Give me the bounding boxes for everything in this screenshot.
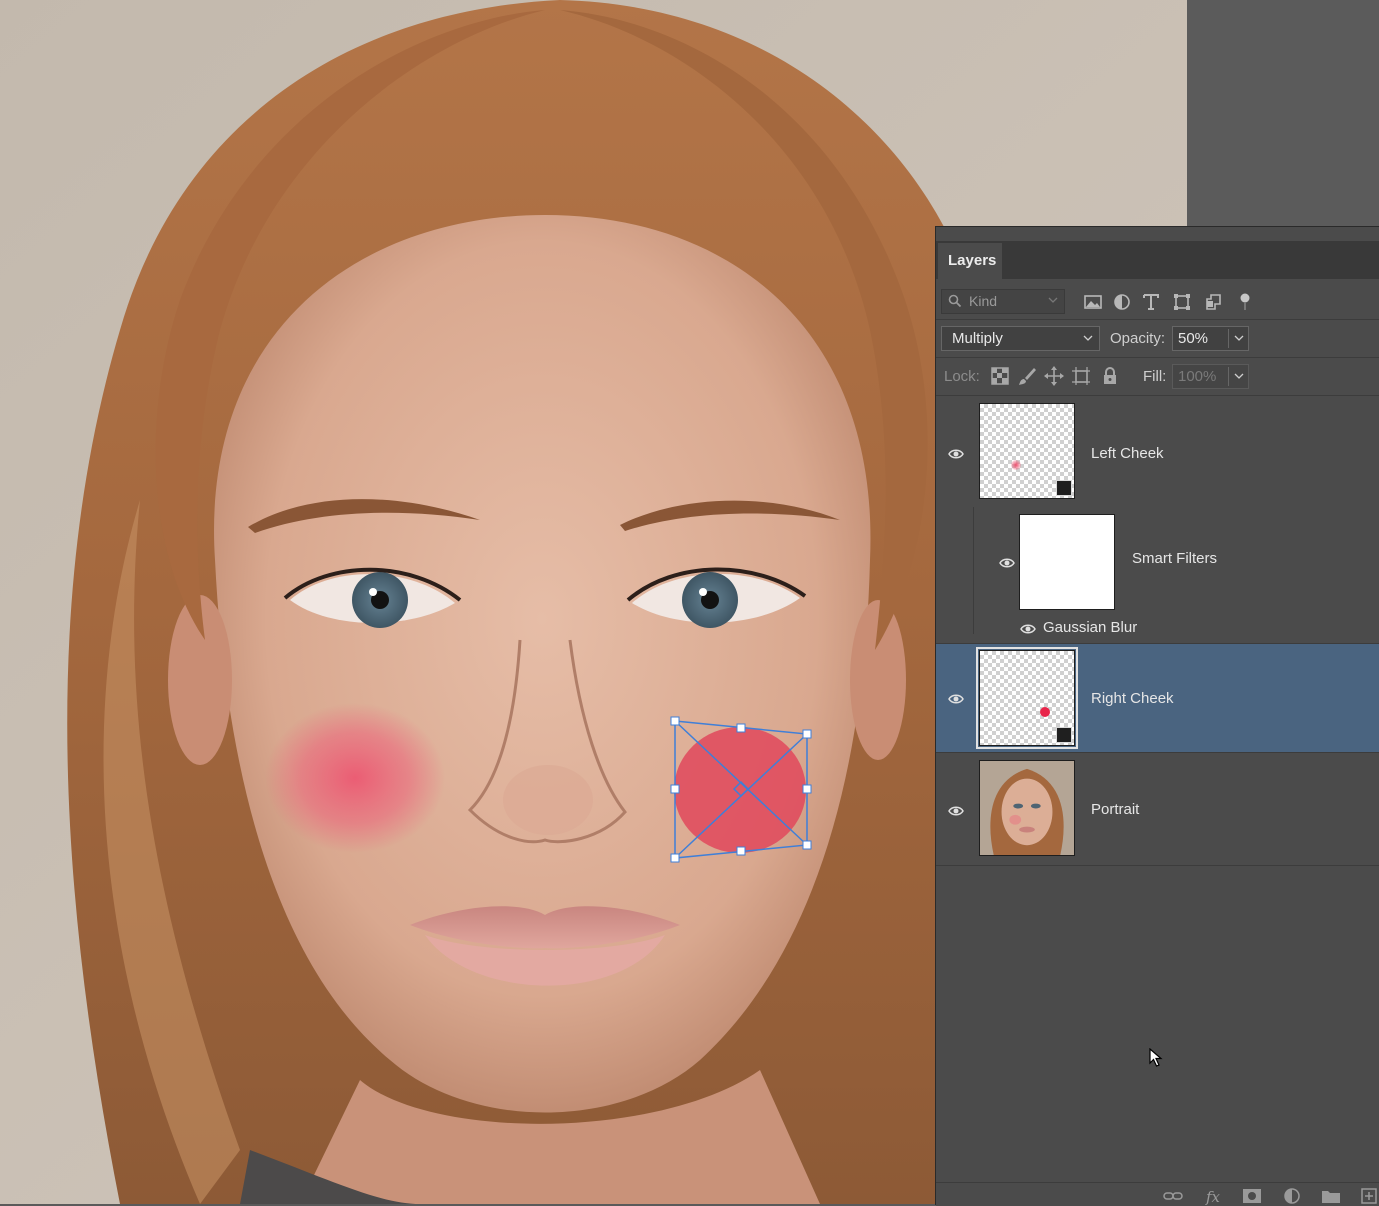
add-mask-icon[interactable] <box>1241 1187 1263 1205</box>
fill-value: 100% <box>1178 368 1217 385</box>
layer-row-right-cheek[interactable]: Right Cheek <box>936 644 1379 752</box>
new-adjustment-icon[interactable] <box>1281 1187 1303 1205</box>
filter-toggle-icon[interactable] <box>1234 291 1256 313</box>
svg-text:fx: fx <box>1205 1188 1221 1205</box>
visibility-eye-icon[interactable] <box>999 557 1015 569</box>
new-group-icon[interactable] <box>1320 1187 1342 1205</box>
gaussian-blur-filter-label[interactable]: Gaussian Blur <box>1043 619 1137 636</box>
opacity-label: Opacity: <box>1110 330 1166 347</box>
layer-name[interactable]: Left Cheek <box>1091 445 1164 462</box>
handle-top[interactable] <box>736 723 746 733</box>
handle-top-left[interactable] <box>670 716 680 726</box>
fill-field[interactable]: 100% <box>1172 364 1249 389</box>
eye-glint-right <box>699 588 707 596</box>
mouse-cursor-icon <box>1149 1048 1163 1067</box>
visibility-eye-icon[interactable] <box>948 805 964 817</box>
shape-filter-icon[interactable] <box>1171 291 1193 313</box>
blend-mode-select[interactable]: Multiply <box>941 326 1100 351</box>
portrait-thumbnail[interactable] <box>979 760 1075 856</box>
adjustment-filter-icon[interactable] <box>1111 291 1133 313</box>
lock-all-icon[interactable] <box>1099 365 1121 387</box>
fill-label: Fill: <box>1143 368 1167 385</box>
blend-mode-value: Multiply <box>952 330 1003 347</box>
pasteboard <box>1187 0 1379 226</box>
nose-tip <box>503 765 593 835</box>
kind-filter-label: Kind <box>969 293 998 309</box>
smart-filters-row[interactable]: Smart Filters Gaussian Blur <box>936 507 1379 643</box>
opacity-value: 50% <box>1178 330 1209 347</box>
visibility-eye-icon[interactable] <box>948 693 964 705</box>
layer-thumbnail[interactable] <box>979 403 1075 499</box>
visibility-eye-icon[interactable] <box>948 448 964 460</box>
lock-label: Lock: <box>944 368 980 385</box>
layer-row-portrait[interactable]: Portrait <box>936 755 1379 865</box>
visibility-eye-icon[interactable] <box>1020 623 1036 635</box>
right-cheek-blush <box>674 727 806 853</box>
kind-filter-select[interactable]: Kind <box>941 289 1065 314</box>
type-filter-icon[interactable] <box>1140 291 1162 313</box>
smart-object-filter-icon[interactable] <box>1202 291 1224 313</box>
panel-tab-bar: Layers <box>936 241 1379 279</box>
opacity-field[interactable]: 50% <box>1172 326 1249 351</box>
layer-name[interactable]: Portrait <box>1091 801 1139 818</box>
left-cheek-blush <box>265 703 445 853</box>
chevron-down-icon <box>1048 297 1058 303</box>
image-filter-icon[interactable] <box>1082 291 1104 313</box>
search-icon <box>948 294 962 308</box>
opacity-slider-chevron-icon[interactable] <box>1234 334 1244 342</box>
handle-top-right[interactable] <box>802 729 812 739</box>
handle-bottom[interactable] <box>736 846 746 856</box>
handle-left[interactable] <box>670 784 680 794</box>
link-layers-icon[interactable] <box>1162 1187 1184 1205</box>
lock-transparent-pixels-icon[interactable] <box>989 365 1011 387</box>
lock-position-icon[interactable] <box>1043 365 1065 387</box>
lock-image-pixels-icon[interactable] <box>1016 365 1038 387</box>
fx-icon[interactable]: fx <box>1203 1187 1225 1205</box>
tab-layers[interactable]: Layers <box>938 243 1002 279</box>
layer-thumbnail[interactable] <box>976 647 1078 749</box>
handle-bottom-left[interactable] <box>670 853 680 863</box>
layer-name[interactable]: Right Cheek <box>1091 690 1174 707</box>
fill-slider-chevron-icon[interactable] <box>1234 372 1244 380</box>
smart-object-badge-icon <box>1056 480 1072 496</box>
smart-filter-mask-thumbnail[interactable] <box>1019 514 1115 610</box>
eye-glint-left <box>369 588 377 596</box>
smart-filters-label[interactable]: Smart Filters <box>1132 550 1217 567</box>
new-layer-icon[interactable] <box>1359 1187 1379 1205</box>
lock-artboard-icon[interactable] <box>1070 365 1092 387</box>
handle-right[interactable] <box>802 784 812 794</box>
chevron-down-icon <box>1083 335 1093 341</box>
layer-row-left-cheek[interactable]: Left Cheek <box>936 396 1379 507</box>
panel-bottom-toolbar: fx <box>936 1182 1379 1206</box>
smart-object-badge-icon <box>1056 727 1072 743</box>
handle-bottom-right[interactable] <box>802 840 812 850</box>
